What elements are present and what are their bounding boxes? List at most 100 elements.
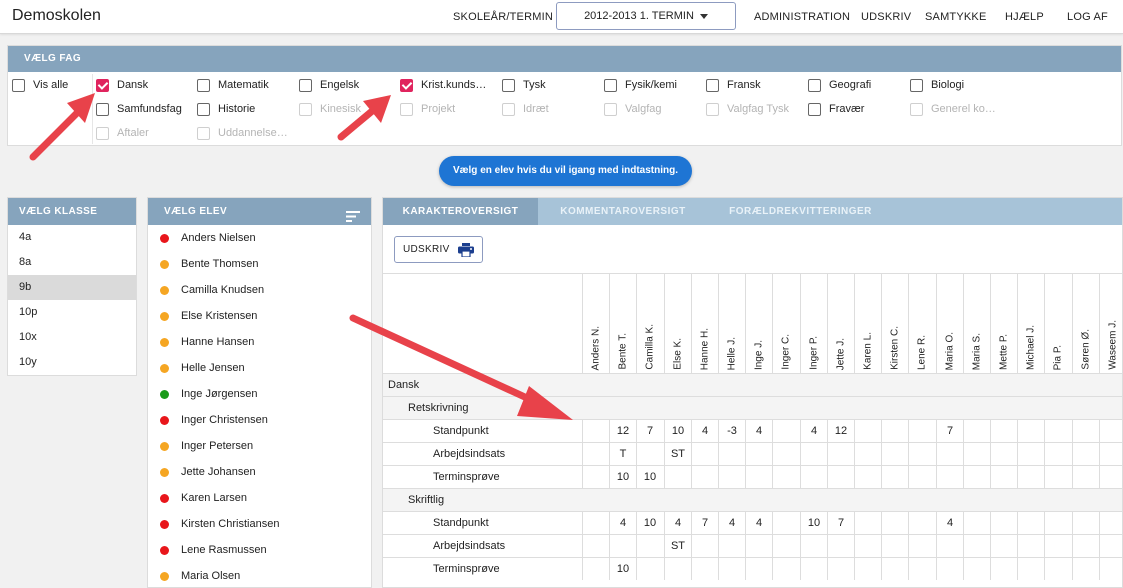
term-select[interactable]: 2012-2013 1. TERMIN — [556, 2, 736, 30]
student-column-header[interactable]: Inger C. — [772, 274, 799, 374]
student-column-header[interactable]: Michael J. — [1017, 274, 1044, 374]
grade-cell[interactable] — [718, 535, 745, 557]
grade-cell[interactable] — [963, 558, 990, 580]
grade-cell[interactable] — [1072, 443, 1099, 465]
grade-cell[interactable] — [908, 420, 935, 442]
nav-hjaelp[interactable]: HJÆLP — [1005, 11, 1044, 23]
grade-cell[interactable] — [963, 420, 990, 442]
grade-cell[interactable]: 7 — [827, 512, 854, 534]
grade-cell[interactable] — [664, 466, 691, 488]
grade-cell[interactable] — [745, 558, 772, 580]
grade-cell[interactable] — [963, 512, 990, 534]
grade-cell[interactable] — [1044, 443, 1071, 465]
grade-cell[interactable] — [936, 535, 963, 557]
grade-cell[interactable] — [745, 535, 772, 557]
grade-cell[interactable] — [772, 558, 799, 580]
grade-cell[interactable] — [582, 443, 609, 465]
grade-cell[interactable] — [1017, 466, 1044, 488]
grade-cell[interactable] — [1072, 466, 1099, 488]
nav-samtykke[interactable]: SAMTYKKE — [925, 11, 987, 23]
student-item[interactable]: Camilla Knudsen — [148, 277, 371, 303]
grade-cell[interactable]: 4 — [609, 512, 636, 534]
checkbox-tysk[interactable]: Tysk — [502, 76, 546, 94]
student-item[interactable]: Else Kristensen — [148, 303, 371, 329]
grade-cell[interactable] — [963, 443, 990, 465]
checkbox-samfundsfag[interactable]: Samfundsfag — [96, 100, 182, 118]
grade-cell[interactable] — [854, 466, 881, 488]
grade-cell[interactable] — [854, 512, 881, 534]
student-item[interactable]: Inger Petersen — [148, 433, 371, 459]
student-item[interactable]: Maria Olsen — [148, 563, 371, 587]
student-item[interactable]: Lene Rasmussen — [148, 537, 371, 563]
student-column-header[interactable]: Mette P. — [990, 274, 1017, 374]
grade-cell[interactable] — [664, 558, 691, 580]
grade-cell[interactable] — [990, 535, 1017, 557]
grade-cell[interactable] — [1017, 535, 1044, 557]
grade-cell[interactable] — [1017, 420, 1044, 442]
grade-cell[interactable] — [1099, 420, 1122, 442]
grade-cell[interactable] — [908, 512, 935, 534]
grade-cell[interactable] — [990, 443, 1017, 465]
checkbox-fransk[interactable]: Fransk — [706, 76, 761, 94]
print-button[interactable]: UDSKRIV — [394, 236, 483, 263]
grade-cell[interactable] — [772, 466, 799, 488]
grade-cell[interactable] — [854, 558, 881, 580]
student-column-header[interactable]: Inger P. — [800, 274, 827, 374]
grade-cell[interactable] — [800, 443, 827, 465]
grade-cell[interactable] — [1017, 558, 1044, 580]
student-item[interactable]: Bente Thomsen — [148, 251, 371, 277]
student-item[interactable]: Inge Jørgensen — [148, 381, 371, 407]
nav-udskriv[interactable]: UDSKRIV — [861, 11, 911, 23]
grade-cell[interactable] — [582, 420, 609, 442]
grade-cell[interactable] — [1072, 512, 1099, 534]
student-column-header[interactable]: Anders N. — [582, 274, 609, 374]
grade-cell[interactable]: 12 — [827, 420, 854, 442]
grade-cell[interactable] — [800, 558, 827, 580]
nav-log-af[interactable]: LOG AF — [1067, 11, 1108, 23]
grade-cell[interactable] — [718, 443, 745, 465]
grade-cell[interactable]: ST — [664, 443, 691, 465]
grade-cell[interactable]: 4 — [664, 512, 691, 534]
grade-cell[interactable] — [636, 535, 663, 557]
grade-cell[interactable] — [908, 466, 935, 488]
tab-kommentaroversigt[interactable]: KOMMENTAROVERSIGT — [538, 198, 708, 225]
checkbox-matematik[interactable]: Matematik — [197, 76, 269, 94]
grade-cell[interactable] — [827, 535, 854, 557]
grade-cell[interactable]: 10 — [636, 512, 663, 534]
grade-cell[interactable] — [908, 443, 935, 465]
grade-cell[interactable]: 10 — [609, 466, 636, 488]
grade-cell[interactable]: 10 — [636, 466, 663, 488]
grade-cell[interactable] — [582, 535, 609, 557]
nav-administration[interactable]: ADMINISTRATION — [754, 11, 850, 23]
checkbox-biologi[interactable]: Biologi — [910, 76, 964, 94]
grade-cell[interactable]: 7 — [936, 420, 963, 442]
grade-cell[interactable] — [936, 443, 963, 465]
grade-cell[interactable] — [990, 558, 1017, 580]
grade-cell[interactable] — [1072, 535, 1099, 557]
grade-cell[interactable]: 4 — [745, 512, 772, 534]
student-column-header[interactable]: Søren Ø. — [1072, 274, 1099, 374]
grade-cell[interactable] — [963, 535, 990, 557]
grade-cell[interactable] — [1099, 466, 1122, 488]
checkbox-dansk[interactable]: Dansk — [96, 76, 148, 94]
grade-cell[interactable] — [1044, 512, 1071, 534]
grade-cell[interactable] — [691, 558, 718, 580]
grade-cell[interactable]: 4 — [718, 512, 745, 534]
grade-cell[interactable] — [881, 535, 908, 557]
student-item[interactable]: Kirsten Christiansen — [148, 511, 371, 537]
tab-karakteroversigt[interactable]: KARAKTEROVERSIGT — [383, 198, 538, 225]
grade-cell[interactable] — [718, 558, 745, 580]
grade-cell[interactable] — [854, 420, 881, 442]
grade-cell[interactable] — [827, 558, 854, 580]
student-column-header[interactable]: Inge J. — [745, 274, 772, 374]
grade-cell[interactable] — [582, 512, 609, 534]
student-column-header[interactable]: Pia P. — [1044, 274, 1071, 374]
grade-cell[interactable]: 7 — [636, 420, 663, 442]
checkbox-historie[interactable]: Historie — [197, 100, 255, 118]
grade-cell[interactable] — [1072, 558, 1099, 580]
student-column-header[interactable]: Maria S. — [963, 274, 990, 374]
checkbox-geografi[interactable]: Geografi — [808, 76, 871, 94]
grade-cell[interactable] — [1044, 420, 1071, 442]
grade-cell[interactable] — [1044, 558, 1071, 580]
student-item[interactable]: Helle Jensen — [148, 355, 371, 381]
